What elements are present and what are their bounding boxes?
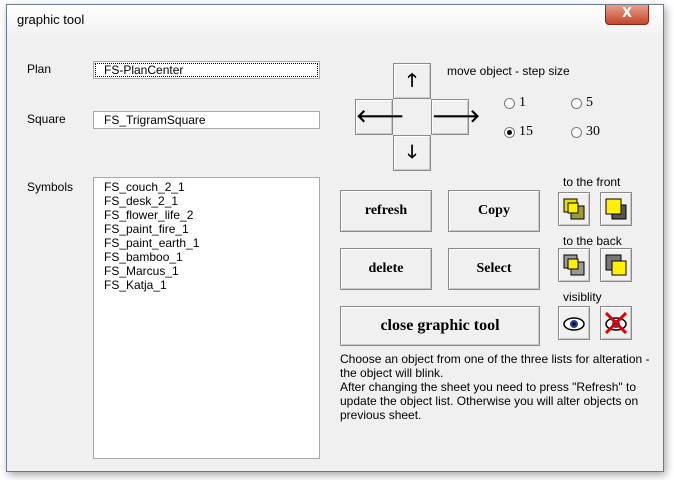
show-object-button[interactable] <box>558 306 590 340</box>
move-down-button[interactable]: 🡓 <box>393 135 431 171</box>
list-item[interactable]: FS_bamboo_1 <box>104 250 309 264</box>
step-1-radio[interactable] <box>504 98 515 109</box>
list-item[interactable]: FS_flower_life_2 <box>104 208 309 222</box>
list-item[interactable]: FS_Marcus_1 <box>104 264 309 278</box>
bring-forward-icon <box>563 198 585 220</box>
plan-label: Plan <box>27 62 52 76</box>
select-button[interactable]: Select <box>448 248 540 290</box>
refresh-button[interactable]: refresh <box>340 190 432 232</box>
plan-field[interactable]: FS-PlanCenter <box>93 61 320 79</box>
title-bar[interactable]: graphic tool X <box>7 5 663 33</box>
send-backward-button[interactable] <box>558 248 590 282</box>
move-step-label: move object - step size <box>447 64 570 78</box>
move-right-button[interactable]: 🡒 <box>431 99 480 135</box>
send-backward-icon <box>563 254 585 276</box>
hide-object-button[interactable] <box>600 306 632 340</box>
eye-icon <box>563 317 585 331</box>
list-item[interactable]: FS_Katja_1 <box>104 278 309 292</box>
square-field[interactable]: FS_TrigramSquare <box>93 111 320 129</box>
to-back-label: to the back <box>563 234 622 248</box>
symbols-list[interactable]: FS_couch_2_1 FS_desk_2_1 FS_flower_life_… <box>93 177 320 459</box>
eye-crossed-icon <box>605 312 627 334</box>
step-5-radio[interactable] <box>571 98 582 109</box>
list-item[interactable]: FS_couch_2_1 <box>104 180 309 194</box>
copy-button[interactable]: Copy <box>448 190 540 232</box>
step-15-radio[interactable] <box>504 127 515 138</box>
move-up-button[interactable]: 🡑 <box>393 63 431 99</box>
arrow-left-icon: 🡐 <box>356 106 405 127</box>
move-left-button[interactable]: 🡐 <box>355 99 404 135</box>
help-text-line-2: After changing the sheet you need to pre… <box>340 380 639 422</box>
visibility-label: visiblity <box>563 290 602 304</box>
to-front-label: to the front <box>563 175 621 189</box>
arrow-up-icon: 🡑 <box>407 70 417 91</box>
list-item[interactable]: FS_desk_2_1 <box>104 194 309 208</box>
step-15-label: 15 <box>519 124 533 139</box>
list-item[interactable]: FS_paint_fire_1 <box>104 222 309 236</box>
delete-button[interactable]: delete <box>340 248 432 290</box>
list-item[interactable]: FS_paint_earth_1 <box>104 236 309 250</box>
arrow-right-icon: 🡒 <box>432 106 481 127</box>
step-30-radio[interactable] <box>571 127 582 138</box>
arrow-down-icon: 🡓 <box>407 142 417 163</box>
close-icon: X <box>621 6 633 21</box>
send-to-back-icon <box>605 254 627 276</box>
square-label: Square <box>27 112 66 126</box>
step-30-label: 30 <box>586 124 600 139</box>
symbols-label: Symbols <box>27 180 74 194</box>
close-graphic-tool-button[interactable]: close graphic tool <box>340 306 540 346</box>
send-to-back-button[interactable] <box>600 248 632 282</box>
bring-to-front-button[interactable] <box>600 192 632 226</box>
help-text: Choose an object from one of the three l… <box>340 352 658 422</box>
step-5-label: 5 <box>586 95 593 110</box>
help-text-line-1: Choose an object from one of the three l… <box>340 352 650 380</box>
step-1-label: 1 <box>519 95 526 110</box>
bring-to-front-icon <box>605 198 627 220</box>
graphic-tool-dialog: graphic tool X Plan FS-PlanCenter Square… <box>6 4 664 472</box>
close-window-button[interactable]: X <box>605 5 649 25</box>
window-title: graphic tool <box>17 12 85 27</box>
bring-forward-button[interactable] <box>558 192 590 226</box>
